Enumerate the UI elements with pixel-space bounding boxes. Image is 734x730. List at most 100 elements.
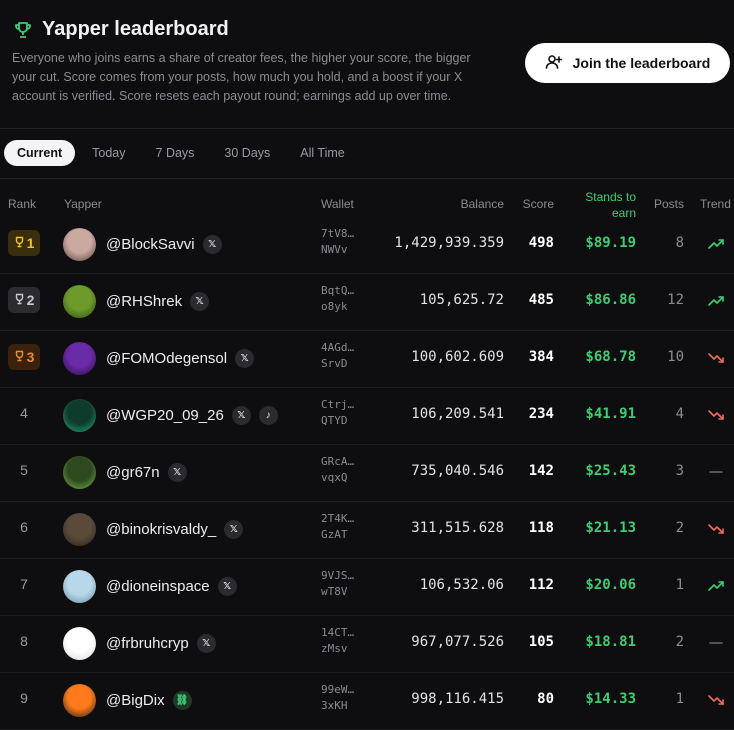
trend-flat-icon [706,462,726,482]
period-tabs: Current Today 7 Days 30 Days All Time [4,140,358,166]
earn-value: $86.86 [585,292,636,308]
table-row[interactable]: 6 @binokrisvaldy_ 𝕏 2T4K… GzAT 311,515.628 118… [0,501,734,559]
avatar[interactable] [63,513,96,546]
x-icon[interactable]: 𝕏 [224,520,244,539]
column-header-rank[interactable]: Rank [8,197,36,211]
trend-flat-icon [706,633,726,653]
column-header-trend[interactable]: Trend [700,197,731,211]
earn-value: $68.78 [585,349,636,365]
wallet-address[interactable]: 14CT… zMsv [321,625,354,657]
tab-today[interactable]: Today [79,140,138,166]
column-header-yapper[interactable]: Yapper [64,197,102,211]
column-header-wallet[interactable]: Wallet [321,197,354,211]
score-value: 234 [528,406,554,422]
earn-value: $89.19 [585,235,636,251]
earn-value: $21.13 [585,520,636,536]
tab-7-days[interactable]: 7 Days [143,140,208,166]
wallet-address[interactable]: GRcA… vqxQ [321,454,354,486]
column-header-score[interactable]: Score [504,197,554,211]
column-header-balance[interactable]: Balance [404,197,504,211]
wallet-address[interactable]: 99eW… 3xKH [321,682,354,714]
wallet-line-1: 14CT… [321,626,355,639]
link-icon[interactable]: ⛓ [172,691,192,710]
wallet-address[interactable]: 4AGd… SrvD [321,340,354,372]
wallet-line-1: 99eW… [321,683,355,696]
avatar[interactable] [63,627,96,660]
score-value: 142 [528,463,554,479]
table-row[interactable]: 1 @BlockSavvi 𝕏 7tV8… NWVv 1,429,939.359 498 $8… [0,216,734,274]
rank-badge: 1 [8,230,40,256]
wallet-line-1: BqtQ… [321,284,355,297]
avatar[interactable] [63,684,96,717]
score-value: 384 [528,349,554,365]
tab-all-time[interactable]: All Time [287,140,357,166]
posts-value: 12 [667,292,684,308]
divider [0,178,734,179]
wallet-address[interactable]: 9VJS… wT8V [321,568,354,600]
avatar[interactable] [63,456,96,489]
column-header-posts[interactable]: Posts [644,197,684,211]
earn-value: $25.43 [585,463,636,479]
x-icon[interactable]: 𝕏 [167,463,187,482]
wallet-address[interactable]: Ctrj… QTYD [321,397,354,429]
posts-value: 10 [667,349,684,365]
username[interactable]: @dioneinspace [106,578,210,595]
wallet-line-1: GRcA… [321,455,355,468]
wallet-line-1: 2T4K… [321,512,355,525]
yapper-cell: @BlockSavvi 𝕏 [106,216,222,273]
username[interactable]: @frbruhcryp [106,635,189,652]
x-icon[interactable]: 𝕏 [202,235,222,254]
x-icon[interactable]: 𝕏 [190,292,210,311]
table-row[interactable]: 5 @gr67n 𝕏 GRcA… vqxQ 735,040.546 142 $25.43 3 [0,444,734,502]
rank-number: 1 [26,235,35,251]
username[interactable]: @BigDix [106,692,165,709]
join-leaderboard-button[interactable]: Join the leaderboard [525,43,730,83]
tab-30-days[interactable]: 30 Days [211,140,283,166]
score-value: 105 [528,634,554,650]
balance-value: 311,515.628 [411,520,504,536]
balance-value: 735,040.546 [411,463,504,479]
page-description: Everyone who joins earns a share of crea… [12,51,471,103]
avatar[interactable] [63,342,96,375]
wallet-address[interactable]: BqtQ… o8yk [321,283,354,315]
username[interactable]: @BlockSavvi [106,236,195,253]
score-value: 485 [528,292,554,308]
wallet-address[interactable]: 7tV8… NWVv [321,226,354,258]
trend-down-icon [706,519,726,539]
avatar[interactable] [63,285,96,318]
avatar[interactable] [63,570,96,603]
table-row[interactable]: 8 @frbruhcryp 𝕏 14CT… zMsv 967,077.526 105 $18.… [0,615,734,673]
tab-current[interactable]: Current [4,140,76,166]
x-icon[interactable]: 𝕏 [196,634,216,653]
trend-up-icon [706,576,726,596]
rank-number: 5 [20,462,28,478]
wallet-line-1: 9VJS… [321,569,355,582]
table-row[interactable]: 9 @BigDix ⛓ 99eW… 3xKH 998,116.415 80 $14.33 1 [0,672,734,730]
username[interactable]: @RHShrek [106,293,182,310]
earn-value: $18.81 [585,634,636,650]
x-icon[interactable]: 𝕏 [235,349,255,368]
trend-down-icon [706,348,726,368]
table-row[interactable]: 7 @dioneinspace 𝕏 9VJS… wT8V 106,532.06 112 $20… [0,558,734,616]
table-row[interactable]: 4 @WGP20_09_26 𝕏 ♪ Ctrj… QTYD 106,209.541 234 $4… [0,387,734,445]
earn-value: $41.91 [585,406,636,422]
username[interactable]: @FOMOdegensol [106,350,227,367]
table-row[interactable]: 3 @FOMOdegensol 𝕏 4AGd… SrvD 100,602.609 384 $6… [0,330,734,388]
username[interactable]: @WGP20_09_26 [106,407,224,424]
tiktok-icon[interactable]: ♪ [258,406,278,425]
avatar[interactable] [63,228,96,261]
leaderboard-header: Yapper leaderboard Everyone who joins ea… [0,0,734,129]
x-icon[interactable]: 𝕏 [231,406,251,425]
username[interactable]: @gr67n [106,464,160,481]
x-icon[interactable]: 𝕏 [217,577,237,596]
table-row[interactable]: 2 @RHShrek 𝕏 BqtQ… o8yk 105,625.72 485 $86.86 12 [0,273,734,331]
avatar[interactable] [63,399,96,432]
balance-value: 998,116.415 [411,691,504,707]
wallet-line-2: NWVv [321,243,348,256]
wallet-address[interactable]: 2T4K… GzAT [321,511,354,543]
balance-value: 100,602.609 [411,349,504,365]
username[interactable]: @binokrisvaldy_ [106,521,216,538]
yapper-cell: @BigDix ⛓ [106,672,192,729]
posts-value: 1 [675,691,684,707]
trophy-icon [12,19,34,41]
